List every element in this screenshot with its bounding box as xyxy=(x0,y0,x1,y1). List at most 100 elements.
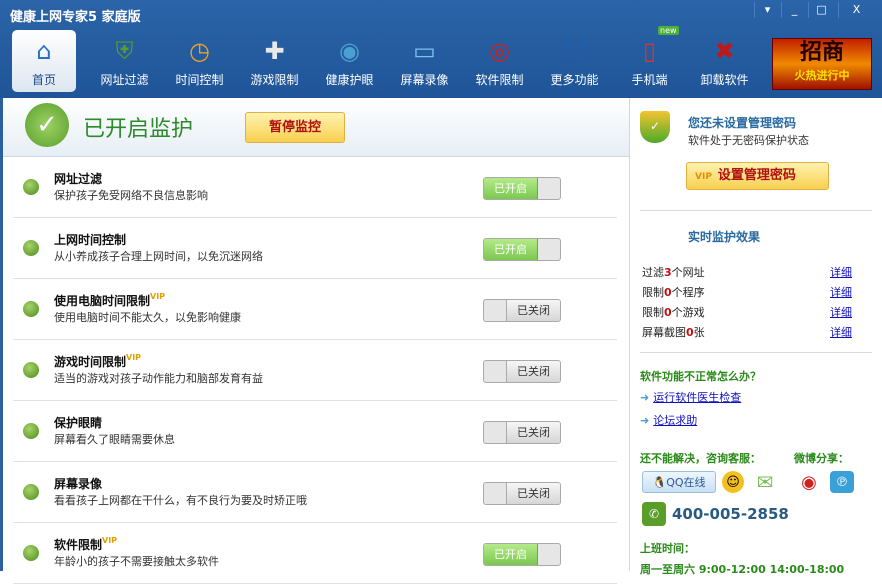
ad-title: 招商 xyxy=(799,40,844,65)
detail-link[interactable]: 详细 xyxy=(830,324,852,340)
toggle-label: 已关闭 xyxy=(506,483,560,504)
shield-icon: ⛨ xyxy=(115,37,134,65)
nav-shield[interactable]: ⛨ 网址过滤 xyxy=(87,30,162,92)
nav-clock[interactable]: ◷ 时间控制 xyxy=(162,30,237,92)
password-title: 您还未设置管理密码 xyxy=(688,116,797,130)
nav-monitor[interactable]: ▭ 屏幕录像 xyxy=(387,30,462,92)
divider xyxy=(640,352,872,353)
vip-icon: VIP xyxy=(150,292,166,301)
nav-gamepad[interactable]: ✚ 游戏限制 xyxy=(237,30,312,92)
clock-icon: ◷ xyxy=(189,37,210,65)
divider xyxy=(640,210,872,211)
nav-eye[interactable]: ◉ 健康护眼 xyxy=(312,30,387,92)
feature-row: 上网时间控制 从小养成孩子合理上网时间，以免沉迷网络 已开启 xyxy=(13,218,617,279)
feature-toggle[interactable]: 已开启 xyxy=(483,238,561,261)
feature-title: 网址过滤 xyxy=(54,172,103,186)
nav-label: 首页 xyxy=(31,73,56,87)
qq-label: QQ在线 xyxy=(666,476,706,489)
pause-monitor-button[interactable]: 暂停监控 xyxy=(245,112,345,143)
phone-number: 400-005-2858 xyxy=(672,505,789,523)
nav-label: 卸载软件 xyxy=(700,73,749,87)
gamepad-icon: ✚ xyxy=(264,37,285,65)
feature-title: 上网时间控制 xyxy=(54,233,127,247)
feature-desc: 年龄小的孩子不需要接触太多软件 xyxy=(54,555,219,568)
feature-title: 游戏时间限制VIP xyxy=(54,353,142,369)
close-button[interactable]: X xyxy=(838,2,874,18)
feature-desc: 屏幕看久了眼睛需要休息 xyxy=(54,433,175,446)
side-panel: ✓ 您还未设置管理密码 软件处于无密码保护状态 VIP 设置管理密码 实时监护效果… xyxy=(629,98,882,576)
feature-toggle[interactable]: 已关闭 xyxy=(483,360,561,383)
feature-row: 使用电脑时间限制VIP 使用电脑时间不能太久，以免影响健康 已关闭 xyxy=(13,279,617,340)
qq-online-button[interactable]: 🐧 QQ在线 xyxy=(642,471,716,493)
feature-toggle[interactable]: 已开启 xyxy=(483,177,561,200)
weibo-icon[interactable]: ◉ xyxy=(796,471,822,493)
tencent-weibo-icon[interactable]: ℗ xyxy=(830,471,854,493)
nav-label: 屏幕录像 xyxy=(400,73,449,87)
feature-toggle[interactable]: 已关闭 xyxy=(483,482,561,505)
toggle-label: 已开启 xyxy=(484,239,538,260)
maximize-button[interactable]: □ xyxy=(808,2,834,18)
ad-banner[interactable]: 招商 火热进行中 xyxy=(772,38,872,90)
top-bar: 健康上网专家5 家庭版 ▾ _ □ X ⌂ 首页 ⛨ 网址过滤 ◷ 时间控制 ✚ 游戏限制 ◉ 健… xyxy=(0,0,882,98)
hours: 周一至周六 9:00-12:00 14:00-18:00 xyxy=(640,563,845,576)
expand-icon: ⛶ xyxy=(566,37,583,65)
nav-label: 时间控制 xyxy=(175,73,224,87)
feature-list: 网址过滤 保护孩子免受网络不良信息影响 已开启 上网时间控制 从小养成孩子合理上… xyxy=(3,157,629,584)
feature-toggle[interactable]: 已关闭 xyxy=(483,421,561,444)
mail-icon[interactable]: ✉ xyxy=(752,470,778,494)
nav-label: 软件限制 xyxy=(475,73,524,87)
set-password-label: 设置管理密码 xyxy=(717,168,796,183)
feature-panel: ✓ 已开启监护 暂停监控 网址过滤 保护孩子免受网络不良信息影响 已开启 上网时… xyxy=(0,98,629,584)
feature-title: 软件限制VIP xyxy=(54,536,118,552)
password-desc: 软件处于无密码保护状态 xyxy=(688,134,809,147)
status-dot-icon xyxy=(23,545,39,561)
feature-desc: 看看孩子上网都在干什么，有不良行为要及时矫正哦 xyxy=(54,494,307,507)
feature-row: 屏幕录像 看看孩子上网都在干什么，有不良行为要及时矫正哦 已关闭 xyxy=(13,462,617,523)
detail-link[interactable]: 详细 xyxy=(830,264,852,280)
phone-icon: ✆ xyxy=(642,502,666,526)
feature-toggle[interactable]: 已关闭 xyxy=(483,299,561,322)
nav-expand[interactable]: ⛶ 更多功能 xyxy=(537,30,612,92)
feature-title: 屏幕录像 xyxy=(54,477,103,491)
uninstall-x-icon: ✖ xyxy=(714,37,735,65)
arrow-icon: ➜ xyxy=(640,391,650,404)
qq-penguin-icon: 🐧 xyxy=(652,475,667,489)
stat-item: 限制0个程序 详细 xyxy=(642,284,852,300)
stat-item: 过滤3个网址 详细 xyxy=(642,264,852,280)
vip-icon: VIP xyxy=(695,172,712,182)
monitor-status: 已开启监护 xyxy=(83,117,194,142)
set-password-button[interactable]: VIP 设置管理密码 xyxy=(686,162,829,190)
smiley-service-icon[interactable]: ☺ xyxy=(722,471,744,493)
stat-item: 屏幕截图0张 详细 xyxy=(642,324,852,340)
toggle-label: 已关闭 xyxy=(506,300,560,321)
status-dot-icon xyxy=(23,484,39,500)
nav-disc[interactable]: ◎ 软件限制 xyxy=(462,30,537,92)
status-dot-icon xyxy=(23,240,39,256)
main-nav: ⌂ 首页 ⛨ 网址过滤 ◷ 时间控制 ✚ 游戏限制 ◉ 健康护眼 ▭ 屏幕录像 ◎ 软件限制 ⛶ 更多功能 ▯ 手… xyxy=(12,26,762,94)
forum-link[interactable]: ➜ 论坛求助 xyxy=(640,412,697,428)
detail-link[interactable]: 详细 xyxy=(830,284,852,300)
menu-button[interactable]: ▾ xyxy=(754,2,780,18)
nav-label: 手机端 xyxy=(631,73,668,87)
nav-phone[interactable]: ▯ 手机端 new xyxy=(612,26,687,92)
feature-desc: 保护孩子免受网络不良信息影响 xyxy=(54,189,208,202)
minimize-button[interactable]: _ xyxy=(781,2,807,18)
link-text: 论坛求助 xyxy=(653,414,698,427)
eye-icon: ◉ xyxy=(339,37,360,65)
feature-desc: 适当的游戏对孩子动作能力和脑部发育有益 xyxy=(54,372,263,385)
status-dot-icon xyxy=(23,362,39,378)
nav-label: 健康护眼 xyxy=(325,73,374,87)
new-badge: new xyxy=(658,26,679,35)
status-dot-icon xyxy=(23,423,39,439)
feature-row: 网址过滤 保护孩子免受网络不良信息影响 已开启 xyxy=(13,157,617,218)
phone-icon: ▯ xyxy=(642,37,657,65)
toggle-label: 已关闭 xyxy=(506,422,560,443)
nav-label: 游戏限制 xyxy=(250,73,299,87)
nav-home[interactable]: ⌂ 首页 xyxy=(12,30,76,92)
feature-toggle[interactable]: 已开启 xyxy=(483,543,561,566)
detail-link[interactable]: 详细 xyxy=(830,304,852,320)
feature-title: 保护眼睛 xyxy=(54,416,103,430)
doctor-link[interactable]: ➜ 运行软件医生检查 xyxy=(640,389,741,405)
stat-item: 限制0个游戏 详细 xyxy=(642,304,852,320)
nav-uninstall-x[interactable]: ✖ 卸载软件 xyxy=(687,30,762,92)
